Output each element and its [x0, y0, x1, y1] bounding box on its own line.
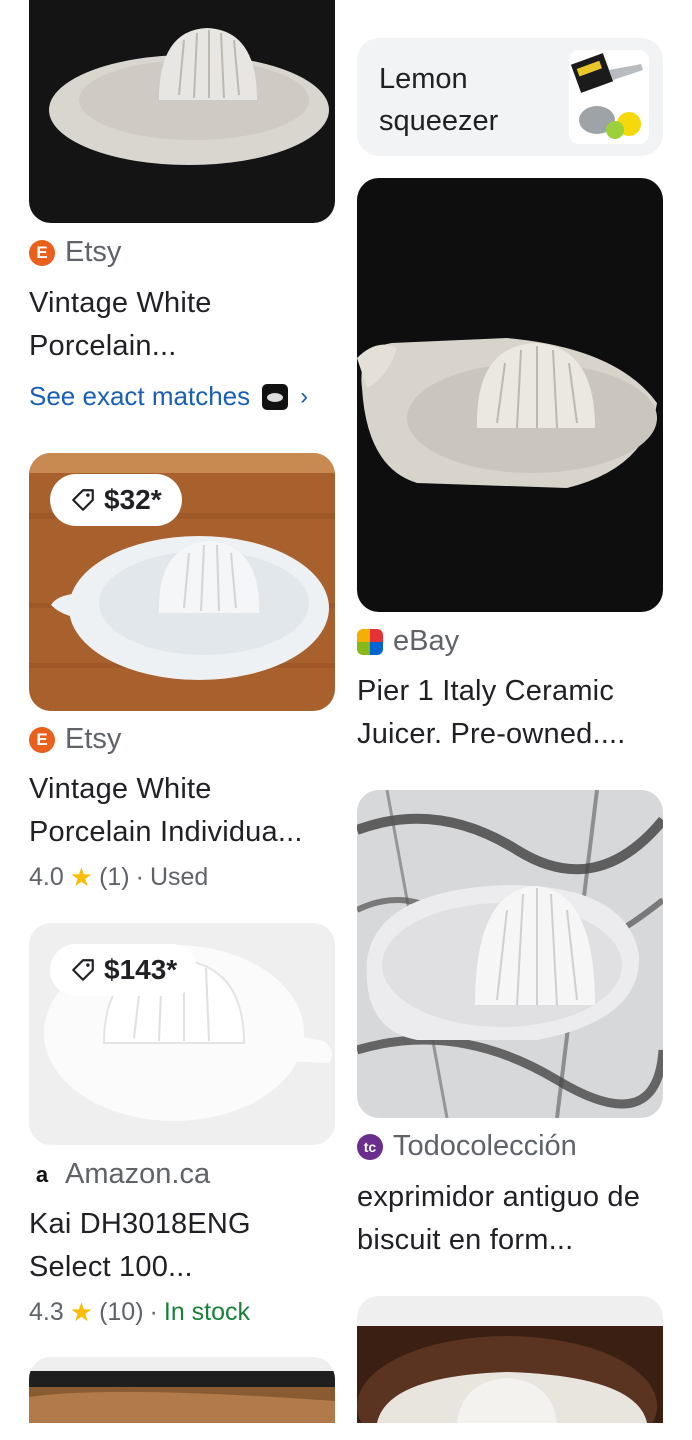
price-value: $32* [104, 484, 162, 515]
product-title[interactable]: Kai DH3018ENG Select 100... [29, 1203, 289, 1289]
price-badge: $143* [50, 944, 198, 996]
etsy-icon: E [29, 726, 55, 753]
product-image-5[interactable] [357, 178, 663, 612]
review-count: (1) [99, 863, 130, 891]
star-icon: ★ [69, 1297, 94, 1327]
ebay-icon [357, 628, 383, 655]
product-title[interactable]: Vintage White Porcelain... [29, 282, 259, 368]
condition-label: Used [149, 863, 209, 891]
rating-value: 4.3 [29, 1298, 64, 1326]
source-ebay[interactable]: eBay [357, 625, 459, 658]
source-name: eBay [393, 625, 460, 657]
source-name: Todocolección [393, 1130, 577, 1162]
related-search-chip[interactable]: Lemon squeezer [357, 38, 663, 156]
source-todocoleccion[interactable]: tc Todocolección [357, 1130, 577, 1163]
product-image-4[interactable] [29, 1357, 335, 1423]
source-name: Etsy [65, 723, 122, 755]
todocoleccion-icon: tc [357, 1133, 383, 1160]
product-title[interactable]: Pier 1 Italy Ceramic Juicer. Pre-owned..… [357, 670, 667, 756]
rating-value: 4.0 [29, 863, 64, 891]
price-tag-icon [72, 959, 94, 981]
source-amazon[interactable]: a Amazon.ca [29, 1158, 210, 1191]
source-etsy[interactable]: E Etsy [29, 236, 121, 269]
product-title[interactable]: Vintage White Porcelain Individua... [29, 768, 339, 854]
product-image-7[interactable] [357, 1296, 663, 1423]
lemon-squeezer-thumbnail [569, 50, 649, 144]
source-name: Amazon.ca [65, 1158, 211, 1190]
exact-match-thumbnail [262, 383, 289, 410]
etsy-icon: E [29, 239, 55, 266]
price-tag-icon [72, 489, 94, 511]
separator-dot: · [149, 1298, 158, 1326]
source-etsy[interactable]: E Etsy [29, 723, 121, 756]
star-icon: ★ [69, 862, 94, 892]
amazon-icon: a [29, 1161, 55, 1188]
separator-dot: · [135, 863, 144, 891]
availability-label: In stock [163, 1298, 251, 1326]
chevron-right-icon: › [300, 382, 309, 410]
source-name: Etsy [65, 236, 122, 268]
product-image-6[interactable] [357, 790, 663, 1118]
price-value: $143* [104, 954, 178, 985]
exact-matches-label: See exact matches [29, 381, 251, 411]
review-count: (10) [99, 1298, 144, 1326]
product-image-1[interactable] [29, 0, 335, 223]
rating-row: 4.3 ★ (10) · In stock [29, 1297, 250, 1328]
rating-row: 4.0 ★ (1) · Used [29, 862, 208, 893]
price-badge: $32* [50, 474, 182, 526]
product-title[interactable]: exprimidor antiguo de biscuit en form... [357, 1176, 667, 1262]
see-exact-matches-link[interactable]: See exact matches › [29, 381, 308, 412]
chip-label: Lemon squeezer [379, 63, 499, 137]
